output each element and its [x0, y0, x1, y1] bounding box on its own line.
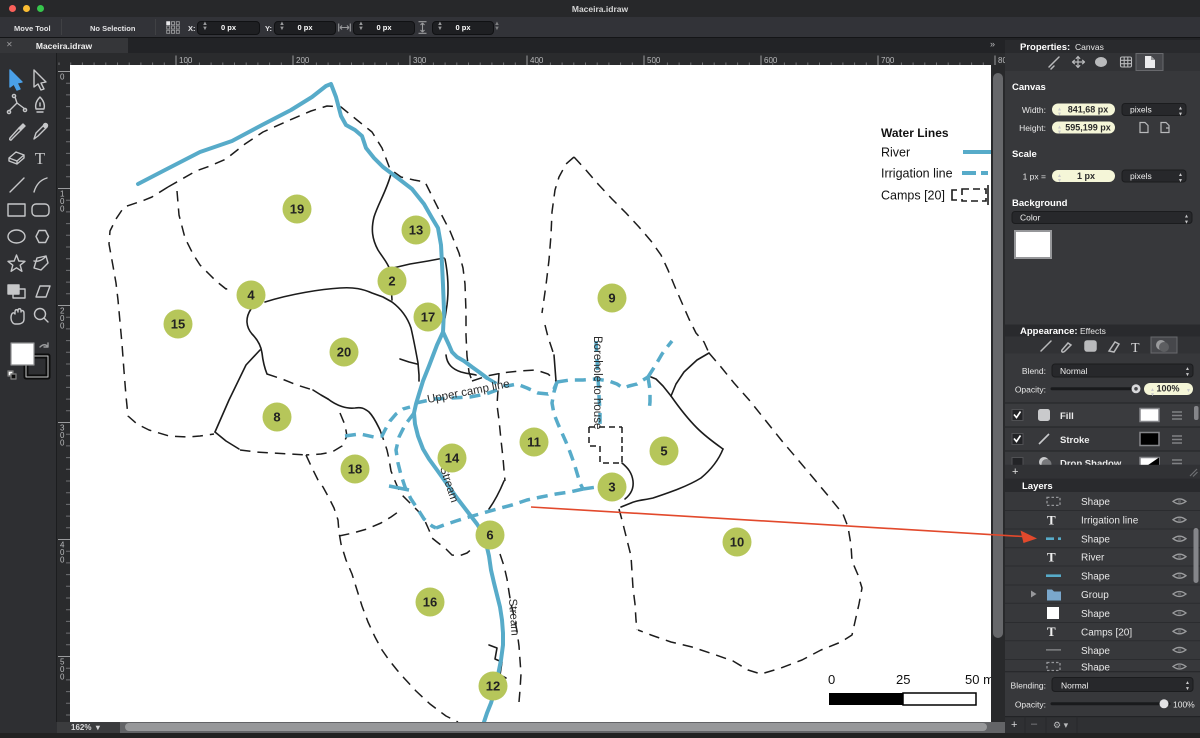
- svg-text:100: 100: [179, 56, 193, 65]
- svg-text:4: 4: [247, 288, 255, 303]
- svg-text:9: 9: [608, 291, 615, 306]
- svg-text:▼: ▼: [1178, 178, 1183, 184]
- svg-text:10: 10: [730, 535, 744, 550]
- svg-text:Irrigation line: Irrigation line: [881, 167, 953, 181]
- svg-text:River: River: [1081, 553, 1105, 564]
- svg-text:▼: ▼: [1184, 220, 1189, 226]
- svg-text:600: 600: [764, 56, 778, 65]
- svg-text:▼: ▼: [1057, 112, 1062, 118]
- svg-text:Shape: Shape: [1081, 572, 1110, 583]
- svg-text:Blending:: Blending:: [1011, 681, 1046, 691]
- svg-text:0: 0: [60, 439, 65, 448]
- svg-text:25: 25: [896, 672, 910, 687]
- svg-text:841,68 px: 841,68 px: [1068, 105, 1109, 115]
- svg-text:T: T: [1047, 550, 1056, 565]
- svg-text:Background: Background: [1012, 198, 1068, 209]
- svg-text:T: T: [35, 149, 46, 168]
- svg-text:+: +: [1012, 466, 1018, 478]
- svg-text:▼: ▼: [1057, 178, 1062, 184]
- svg-text:Fill: Fill: [1060, 411, 1074, 422]
- svg-text:Canvas: Canvas: [1075, 42, 1104, 52]
- svg-text:Water Lines: Water Lines: [881, 126, 949, 140]
- svg-text:1 px =: 1 px =: [1023, 172, 1046, 182]
- svg-text:0: 0: [828, 672, 835, 687]
- svg-text:Normal: Normal: [1060, 366, 1088, 376]
- svg-text:200: 200: [296, 56, 310, 65]
- svg-text:Properties:: Properties:: [1020, 42, 1070, 53]
- svg-text:Width:: Width:: [1022, 105, 1046, 115]
- svg-text:Stroke: Stroke: [1060, 435, 1090, 446]
- svg-text:13: 13: [409, 223, 423, 238]
- svg-text:Canvas: Canvas: [1012, 82, 1046, 93]
- svg-text:Shape: Shape: [1081, 646, 1110, 657]
- svg-text:Opacity:: Opacity:: [1015, 700, 1046, 710]
- svg-text:Height:: Height:: [1019, 123, 1046, 133]
- svg-text:800: 800: [998, 56, 1005, 65]
- svg-text:Effects: Effects: [1080, 326, 1106, 336]
- svg-text:100%: 100%: [1173, 700, 1195, 710]
- svg-text:8: 8: [273, 410, 280, 425]
- svg-text:▼: ▼: [1150, 392, 1155, 398]
- svg-text:300: 300: [413, 56, 427, 65]
- svg-text:Layers: Layers: [1022, 481, 1053, 492]
- svg-text:Upper camp line: Upper camp line: [426, 378, 510, 406]
- svg-text:Opacity:: Opacity:: [1015, 385, 1046, 395]
- svg-text:17: 17: [421, 310, 435, 325]
- svg-text:Group: Group: [1081, 590, 1109, 601]
- svg-text:Appearance:: Appearance:: [1020, 326, 1078, 337]
- svg-text:1 px: 1 px: [1077, 171, 1095, 181]
- svg-text:▼: ▼: [1186, 388, 1191, 394]
- svg-text:Scale: Scale: [1012, 149, 1037, 160]
- svg-text:T: T: [1047, 513, 1056, 528]
- svg-text:▼: ▼: [1185, 372, 1190, 378]
- svg-text:▼: ▼: [1185, 686, 1190, 692]
- svg-text:0: 0: [60, 205, 65, 214]
- svg-text:12: 12: [486, 679, 500, 694]
- svg-text:Irrigation line: Irrigation line: [1081, 516, 1139, 527]
- svg-text:pixels: pixels: [1130, 171, 1152, 181]
- svg-text:16: 16: [423, 595, 437, 610]
- svg-text:11: 11: [527, 435, 541, 450]
- svg-text:15: 15: [171, 317, 185, 332]
- svg-text:0: 0: [60, 556, 65, 565]
- svg-text:▼: ▼: [1057, 130, 1062, 136]
- svg-text:Borehole to house: Borehole to house: [591, 336, 603, 429]
- svg-text:18: 18: [348, 462, 362, 477]
- svg-text:Camps [20]: Camps [20]: [881, 189, 945, 203]
- svg-text:20: 20: [337, 345, 351, 360]
- svg-text:5: 5: [660, 444, 667, 459]
- svg-text:0: 0: [60, 73, 65, 82]
- svg-text:T: T: [1047, 624, 1056, 639]
- svg-text:3: 3: [608, 480, 615, 495]
- svg-text:595,199 px: 595,199 px: [1065, 123, 1111, 133]
- svg-text:Color: Color: [1020, 213, 1040, 223]
- svg-text:T: T: [1131, 341, 1140, 356]
- svg-text:Stream: Stream: [506, 598, 521, 636]
- svg-text:400: 400: [530, 56, 544, 65]
- svg-text:River: River: [881, 146, 910, 160]
- svg-text:pixels: pixels: [1130, 105, 1152, 115]
- svg-text:500: 500: [647, 56, 661, 65]
- svg-text:Camps [20]: Camps [20]: [1081, 627, 1132, 638]
- svg-text:2: 2: [388, 274, 395, 289]
- svg-text:50 m: 50 m: [965, 672, 991, 687]
- svg-text:⚙ ▾: ⚙ ▾: [1053, 720, 1069, 730]
- svg-text:100%: 100%: [1156, 384, 1179, 394]
- svg-text:Shape: Shape: [1081, 497, 1110, 508]
- svg-text:–: –: [1031, 718, 1038, 730]
- svg-text:Shape: Shape: [1081, 609, 1110, 620]
- svg-text:Shape: Shape: [1081, 535, 1110, 546]
- svg-text:+: +: [1011, 719, 1017, 731]
- svg-text:▼: ▼: [1178, 112, 1183, 118]
- svg-text:Normal: Normal: [1061, 681, 1089, 691]
- svg-text:0: 0: [60, 322, 65, 331]
- svg-text:19: 19: [290, 202, 304, 217]
- svg-text:Blend:: Blend:: [1022, 366, 1046, 376]
- svg-text:0: 0: [60, 673, 65, 682]
- svg-text:6: 6: [486, 528, 493, 543]
- svg-text:700: 700: [881, 56, 895, 65]
- svg-text:14: 14: [445, 451, 460, 466]
